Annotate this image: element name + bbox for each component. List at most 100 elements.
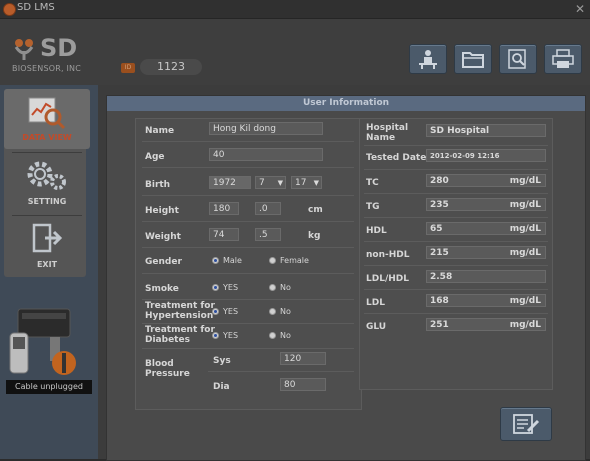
window-title: SD LMS (17, 2, 55, 13)
result-label-ldl-hdl: LDL/HDL (366, 274, 409, 284)
result-unit-non-hdl: mg/dL (509, 248, 541, 258)
divider (142, 141, 354, 142)
result-field-tc[interactable]: 280 mg/dL (426, 174, 546, 187)
tested-date-field[interactable]: 2012-02-09 12:16 (426, 149, 546, 162)
divider (364, 241, 548, 242)
document-edit-icon (513, 414, 540, 434)
divider (364, 289, 548, 290)
close-icon[interactable]: ✕ (574, 3, 586, 15)
systolic-label: Sys (213, 356, 231, 366)
smoke-label: Smoke (145, 284, 179, 294)
result-unit-ldl: mg/dL (509, 296, 541, 306)
tested-date-label: Tested Date (366, 153, 427, 163)
gender-female-radio[interactable] (269, 257, 276, 264)
tested-date-value: 2012-02-09 12:16 (430, 152, 500, 160)
birth-day-select[interactable]: 17 ▼ (291, 176, 322, 189)
height-unit: cm (308, 205, 323, 215)
person-at-desk-icon (419, 50, 437, 69)
diabetes-yes-radio[interactable] (212, 332, 219, 339)
diastolic-field[interactable]: 80 (280, 378, 326, 391)
hospital-label-line1: Hospital (366, 123, 409, 133)
weight-label: Weight (145, 232, 181, 242)
hypertension-label-line1: Treatment for (145, 301, 215, 311)
sidebar-item-data-view[interactable]: DATA VIEW (4, 89, 90, 149)
result-field-non-hdl[interactable]: 215 mg/dL (426, 246, 546, 259)
patient-tool-button[interactable] (409, 44, 447, 74)
save-report-button[interactable] (500, 407, 552, 441)
result-unit-tc: mg/dL (509, 176, 541, 186)
printer-icon (552, 49, 574, 68)
search-document-button[interactable] (499, 44, 537, 74)
sidebar-item-label: DATA VIEW (22, 133, 72, 142)
weight-decimal-field[interactable]: .5 (255, 228, 281, 241)
result-field-ldl[interactable]: 168 mg/dL (426, 294, 546, 307)
result-value-tc: 280 (430, 176, 449, 186)
age-label: Age (145, 152, 165, 162)
divider (364, 265, 548, 266)
age-field[interactable]: 40 (209, 148, 323, 161)
chart-magnifier-icon (28, 97, 66, 130)
logo-brand: SD (40, 34, 78, 62)
smoke-yes-label: YES (223, 283, 239, 292)
result-unit-glu: mg/dL (509, 320, 541, 330)
hypertension-no-radio[interactable] (269, 308, 276, 315)
sidebar-item-setting[interactable]: SETTING (4, 153, 90, 213)
result-field-glu[interactable]: 251 mg/dL (426, 318, 546, 331)
result-field-tg[interactable]: 235 mg/dL (426, 198, 546, 211)
meter-device-icon (9, 308, 76, 375)
test-results-panel: Hospital Name SD Hospital Tested Date 20… (359, 118, 553, 390)
exit-door-icon (32, 223, 63, 253)
name-field[interactable]: Hong Kil dong (209, 122, 323, 135)
panel-title: User Information (107, 96, 585, 111)
user-details-panel: Name Hong Kil dong Age 40 Birth 1972 7 ▼ … (135, 118, 362, 410)
hypertension-yes-radio[interactable] (212, 308, 219, 315)
smoke-yes-radio[interactable] (212, 284, 219, 291)
main-area: User Information Name Hong Kil dong Age … (98, 85, 590, 461)
result-unit-hdl: mg/dL (509, 224, 541, 234)
diabetes-label-line1: Treatment for (145, 325, 215, 335)
smoke-no-label: No (280, 283, 291, 292)
birth-label: Birth (145, 180, 171, 190)
birth-month-select[interactable]: 7 ▼ (255, 176, 286, 189)
birth-year-field[interactable]: 1972 (209, 176, 251, 189)
gender-male-radio[interactable] (212, 257, 219, 264)
divider (364, 169, 548, 170)
result-field-ldl-hdl[interactable]: 2.58 (426, 270, 546, 283)
divider (142, 299, 354, 300)
title-bar: SD LMS ✕ (0, 0, 590, 19)
diastolic-label: Dia (213, 382, 230, 392)
divider (364, 217, 548, 218)
height-int-field[interactable]: 180 (209, 202, 239, 215)
result-label-hdl: HDL (366, 226, 387, 236)
folder-icon (462, 52, 484, 68)
diabetes-yes-label: YES (223, 331, 239, 340)
result-value-ldl: 168 (430, 296, 449, 306)
diabetes-no-radio[interactable] (269, 332, 276, 339)
open-folder-button[interactable] (454, 44, 492, 74)
hospital-field[interactable]: SD Hospital (426, 124, 546, 137)
gender-label: Gender (145, 257, 182, 267)
print-button[interactable] (544, 44, 582, 74)
sidebar-item-exit[interactable]: EXIT (4, 216, 90, 276)
name-label: Name (145, 126, 175, 136)
result-label-ldl: LDL (366, 298, 385, 308)
id-value: 1123 (140, 59, 202, 75)
divider (208, 371, 354, 372)
divider (364, 313, 548, 314)
result-value-non-hdl: 215 (430, 248, 449, 258)
header: SD BIOSENSOR, INC ID 1123 (0, 19, 590, 85)
app-window: SD LMS ✕ SD BIOSENSOR, INC ID 1123 DATA … (0, 0, 590, 461)
smoke-no-radio[interactable] (269, 284, 276, 291)
divider (142, 247, 354, 248)
result-unit-tg: mg/dL (509, 200, 541, 210)
height-decimal-field[interactable]: .0 (255, 202, 281, 215)
result-value-ldl-hdl: 2.58 (430, 272, 453, 282)
weight-int-field[interactable]: 74 (209, 228, 239, 241)
result-field-hdl[interactable]: 65 mg/dL (426, 222, 546, 235)
chevron-down-icon: ▼ (277, 179, 283, 187)
weight-unit: kg (308, 231, 321, 241)
systolic-field[interactable]: 120 (280, 352, 326, 365)
divider (142, 273, 354, 274)
hypertension-label-line2: Hypertension (145, 311, 214, 321)
hypertension-yes-label: YES (223, 307, 239, 316)
